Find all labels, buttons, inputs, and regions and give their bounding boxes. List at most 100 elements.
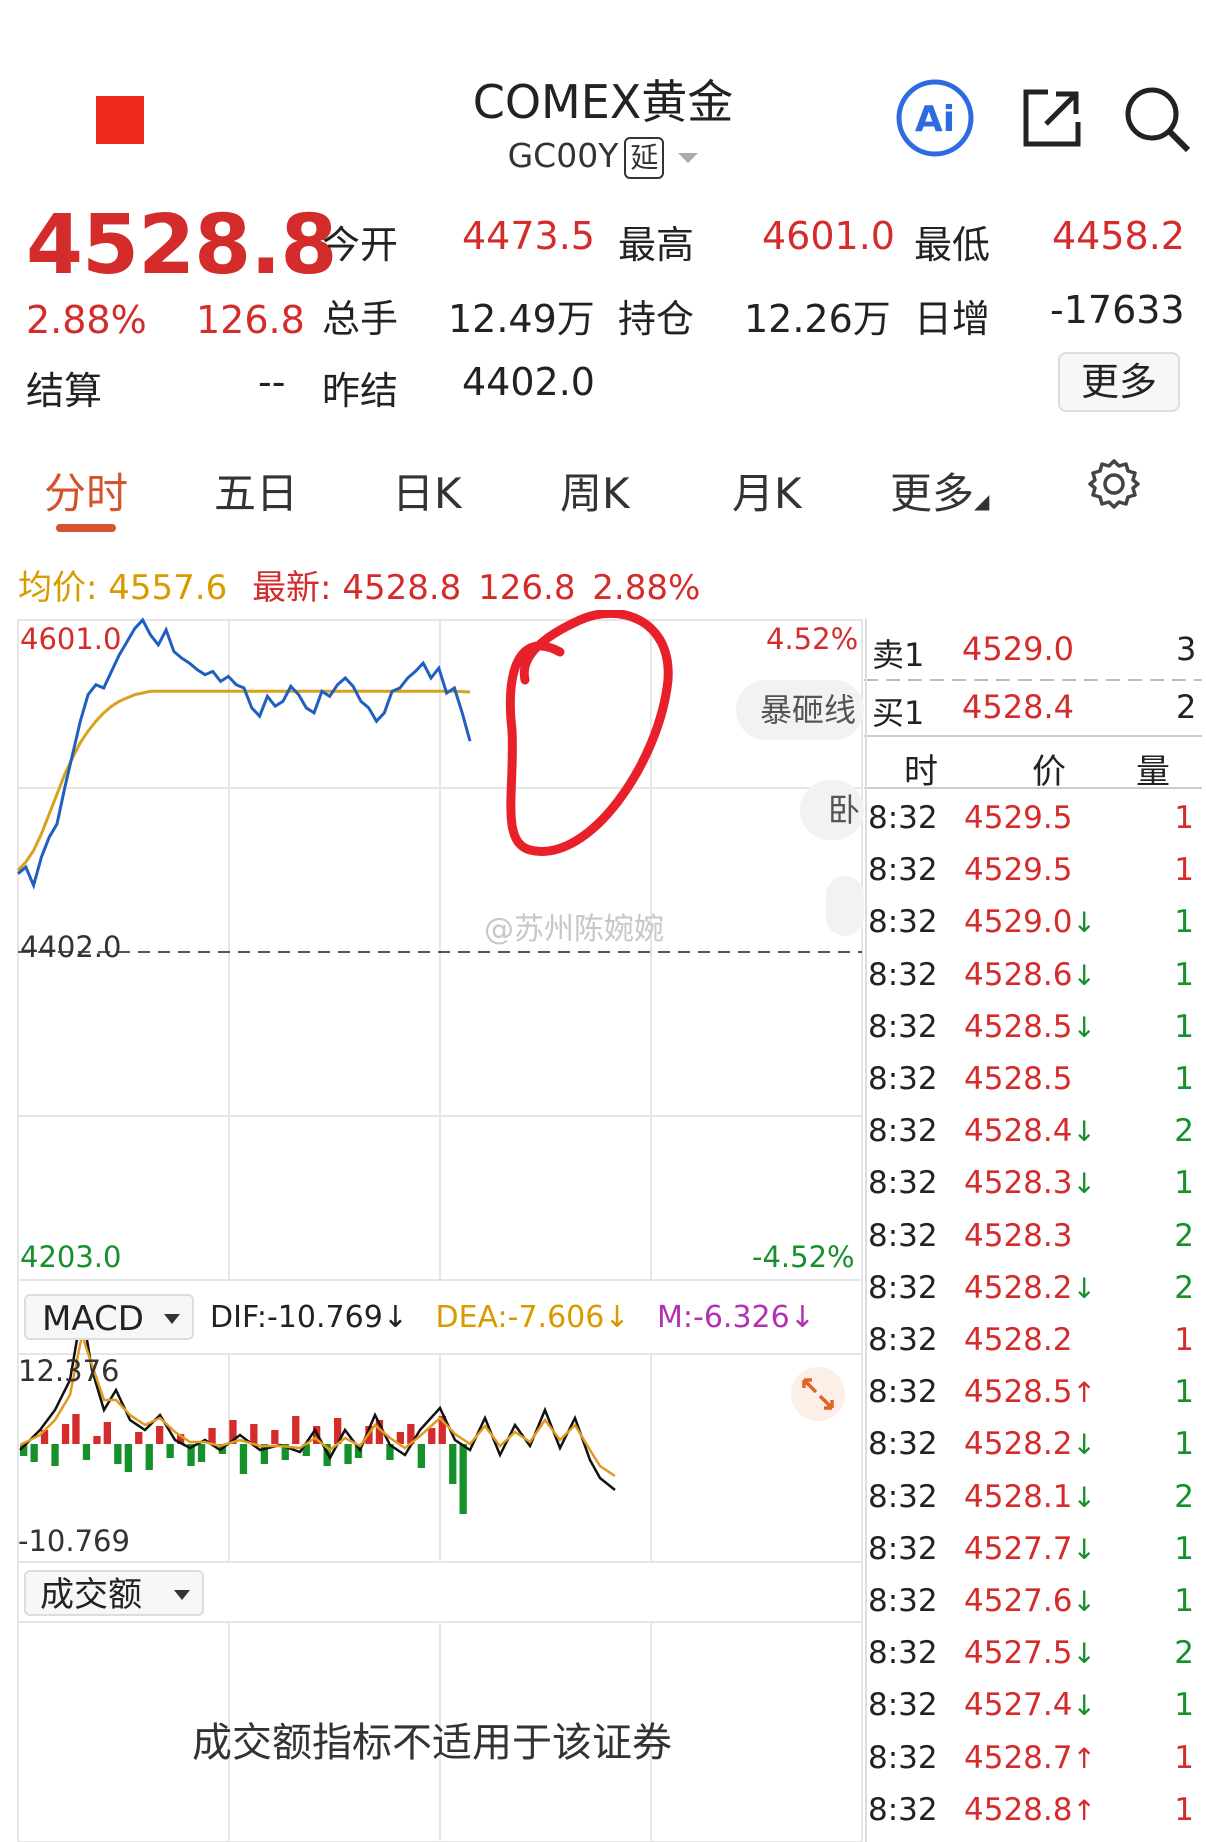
trade-volume: 1: [1174, 1061, 1194, 1097]
trade-price-value: 4528.1: [964, 1478, 1073, 1515]
trade-row: 8:32 4529.5 1: [868, 792, 1198, 844]
trade-row: 8:32 4528.3 2: [868, 1210, 1198, 1262]
macd-bar: [250, 1424, 258, 1444]
high-label: 最高: [618, 223, 695, 267]
trade-volume: 1: [1174, 1374, 1194, 1411]
trade-time: 8:32: [868, 904, 938, 941]
code-label: GC00Y: [507, 136, 619, 175]
trade-price-value: 4528.3: [964, 1217, 1073, 1254]
trade-price-value: 4529.0: [964, 904, 1073, 941]
sell1-price: 4529.0: [962, 630, 1074, 668]
trade-time: 8:32: [868, 1374, 938, 1411]
macd-m: M:-6.326: [657, 1300, 790, 1335]
macd-histogram: [20, 1414, 467, 1514]
macd-bar: [428, 1428, 436, 1444]
trade-arrow: ↓: [1072, 1167, 1096, 1201]
volume-value: 12.49万: [448, 297, 595, 341]
trade-time: 8:32: [868, 1217, 938, 1254]
latest-label: 最新:: [252, 568, 332, 608]
macd-bar: [166, 1444, 174, 1458]
trade-volume: 1: [1174, 1530, 1194, 1567]
trade-time: 8:32: [868, 1322, 938, 1358]
tab-weekly-k[interactable]: 周K: [560, 460, 630, 521]
buy1-price: 4528.4: [962, 688, 1074, 726]
trade-price-value: 4528.5: [964, 1008, 1073, 1045]
ai-assistant-button[interactable]: Ai: [895, 78, 975, 158]
trade-time: 8:32: [868, 800, 938, 836]
m-arrow: ↓: [789, 1300, 815, 1335]
share-icon[interactable]: [1018, 84, 1086, 152]
more-button[interactable]: 更多: [1058, 352, 1180, 412]
dif-arrow: ↓: [382, 1300, 408, 1335]
trade-arrow: ↓: [1072, 958, 1096, 992]
search-icon[interactable]: [1122, 84, 1192, 154]
amount-selector[interactable]: 成交额: [24, 1570, 204, 1616]
trade-row: 8:32 4527.7↓ 1: [868, 1523, 1198, 1575]
latest-change: 126.8: [478, 568, 576, 608]
chart-grid: [17, 619, 863, 1842]
tab-five-day[interactable]: 五日: [214, 460, 298, 521]
trade-arrow: ↓: [1072, 906, 1096, 940]
macd-bar: [124, 1444, 132, 1472]
macd-bar: [135, 1432, 143, 1444]
macd-bar: [156, 1426, 164, 1444]
macd-bar: [459, 1444, 467, 1514]
trade-price-value: 4527.5: [964, 1635, 1073, 1672]
intraday-chart[interactable]: [0, 610, 864, 1842]
open-value: 4473.5: [462, 214, 595, 258]
trade-arrow: ↓: [1072, 1115, 1096, 1149]
trade-price: 4528.6↓: [964, 957, 1096, 993]
sell1-volume: 3: [1176, 630, 1197, 668]
dea-arrow: ↓: [604, 1300, 630, 1335]
trade-volume: 1: [1174, 1008, 1194, 1045]
trade-price-value: 4528.5: [964, 1374, 1073, 1411]
trade-volume: 1: [1174, 1322, 1194, 1358]
trade-price-value: 4528.2: [964, 1269, 1073, 1306]
open-interest-value: 12.26万: [744, 297, 891, 341]
tab-more[interactable]: 更多◢: [890, 460, 989, 521]
trade-time: 8:32: [868, 1113, 938, 1150]
indicator-selector[interactable]: MACD: [24, 1294, 194, 1340]
trade-volume: 1: [1174, 800, 1194, 836]
overlay-pill-2[interactable]: 卧: [800, 780, 864, 840]
trade-time: 8:32: [868, 1165, 938, 1202]
overlay-pill-1[interactable]: 暴砸线: [736, 680, 864, 740]
trade-time: 8:32: [868, 1008, 938, 1045]
ai-label: Ai: [915, 99, 955, 140]
tab-daily-k[interactable]: 日K: [392, 460, 462, 521]
trade-volume: 2: [1174, 1635, 1194, 1672]
latest-value: 4528.8: [342, 568, 462, 608]
macd-top-label: 12.376: [18, 1354, 120, 1388]
macd-dif: DIF:-10.769: [210, 1300, 383, 1335]
trade-price-value: 4528.4: [964, 1113, 1073, 1150]
trade-arrow: ↓: [1072, 1585, 1096, 1618]
trade-arrow: ↓: [1072, 1271, 1096, 1305]
macd-bar: [197, 1444, 206, 1462]
avg-label: 均价:: [18, 568, 98, 608]
tab-intraday[interactable]: 分时: [44, 460, 128, 521]
trade-row: 8:32 4528.5↑ 1: [868, 1366, 1198, 1418]
caret-down-icon: [174, 1590, 190, 1600]
trade-volume: 1: [1174, 852, 1194, 889]
trade-time: 8:32: [868, 852, 938, 889]
prev-settle-value: 4402.0: [462, 360, 595, 404]
trade-price-value: 4528.8: [964, 1791, 1073, 1828]
expand-icon[interactable]: [790, 1366, 846, 1422]
intraday-info-line: 均价: 4557.6 最新: 4528.8 126.8 2.88%: [18, 560, 700, 609]
trade-price: 4528.5↑: [964, 1374, 1096, 1410]
trade-price: 4527.5↓: [964, 1635, 1096, 1671]
trade-price: 4528.7↑: [964, 1740, 1096, 1776]
trade-time: 8:32: [868, 1061, 938, 1097]
overlay-pill-3[interactable]: [826, 876, 864, 936]
trade-price: 4527.7↓: [964, 1531, 1096, 1567]
trade-price: 4529.5: [964, 800, 1072, 836]
col-volume-header: 量: [1136, 752, 1170, 792]
gear-icon[interactable]: [1088, 458, 1140, 510]
trade-volume: 1: [1174, 956, 1194, 993]
high-value: 4601.0: [762, 214, 895, 258]
trade-volume: 1: [1174, 1426, 1194, 1463]
trade-time: 8:32: [868, 1530, 938, 1567]
trade-row: 8:32 4528.4↓ 2: [868, 1105, 1198, 1157]
amount-selector-label: 成交额: [40, 1575, 142, 1615]
tab-monthly-k[interactable]: 月K: [732, 460, 802, 521]
